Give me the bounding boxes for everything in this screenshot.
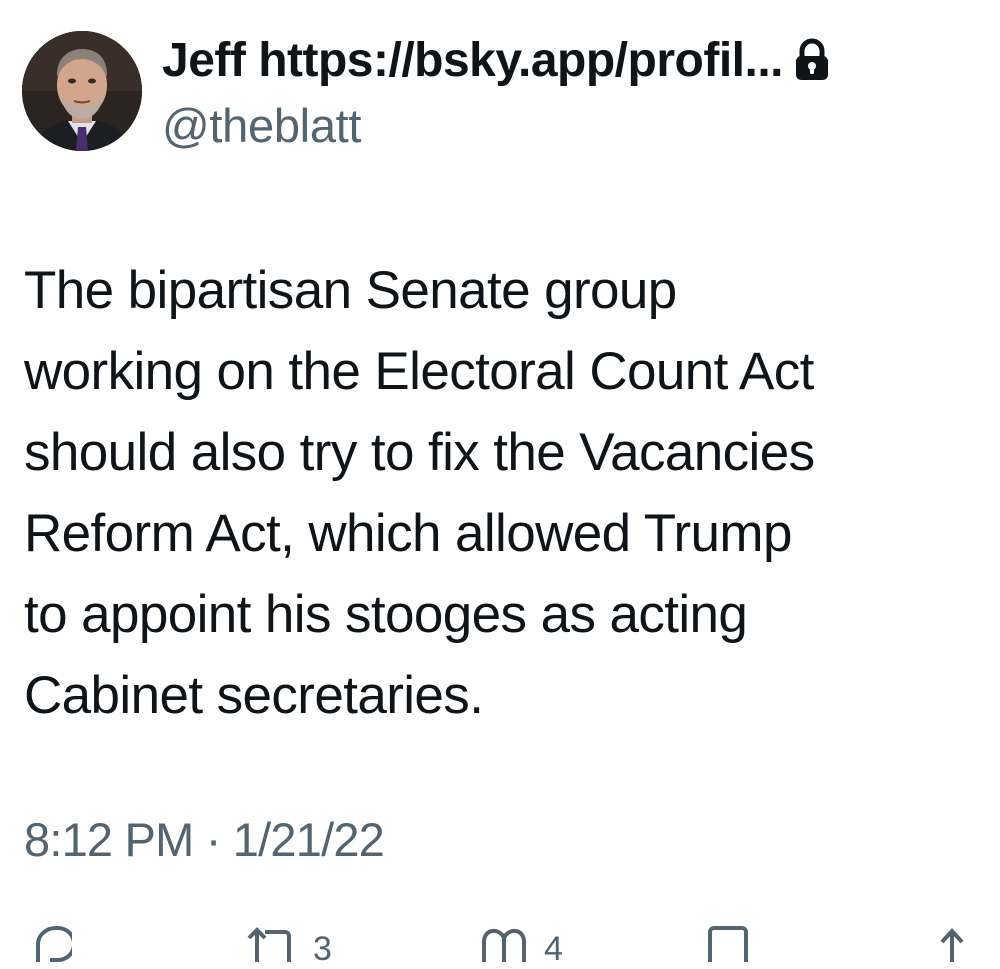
author-handle[interactable]: @theblatt — [162, 98, 361, 153]
reply-icon — [36, 926, 72, 962]
like-button[interactable]: 4 — [478, 922, 563, 969]
bookmark-icon — [708, 926, 748, 962]
tweet-text: The bipartisan Senate group working on t… — [24, 250, 984, 736]
avatar[interactable] — [22, 31, 142, 151]
reply-button[interactable] — [24, 922, 72, 962]
bookmark-button[interactable] — [706, 922, 750, 962]
tweet-text-line: The bipartisan Senate group — [24, 261, 677, 320]
tweet: Jeff https://bsky.app/profil... @theblat… — [0, 0, 1000, 968]
tweet-text-line: Cabinet secretaries. — [24, 666, 484, 725]
tweet-timestamp[interactable]: 8:12 PM · 1/21/22 — [24, 812, 385, 867]
tweet-text-line: Reform Act, which allowed Trump — [24, 504, 792, 563]
tweet-text-line: should also try to fix the Vacancies — [24, 423, 815, 482]
share-button[interactable] — [930, 922, 974, 962]
tweet-text-line: to appoint his stooges as acting — [24, 585, 748, 644]
tweet-text-line: working on the Electoral Count Act — [24, 342, 814, 401]
profile-photo — [22, 31, 142, 151]
display-name[interactable]: Jeff https://bsky.app/profil... — [162, 33, 784, 88]
retweet-button[interactable]: 3 — [243, 922, 332, 969]
lock-icon — [793, 38, 831, 82]
action-bar: 3 4 — [0, 900, 1000, 968]
author-name-row: Jeff https://bsky.app/profil... — [162, 30, 831, 90]
retweet-icon — [247, 927, 291, 962]
heart-icon — [482, 929, 526, 962]
share-icon — [940, 928, 964, 962]
